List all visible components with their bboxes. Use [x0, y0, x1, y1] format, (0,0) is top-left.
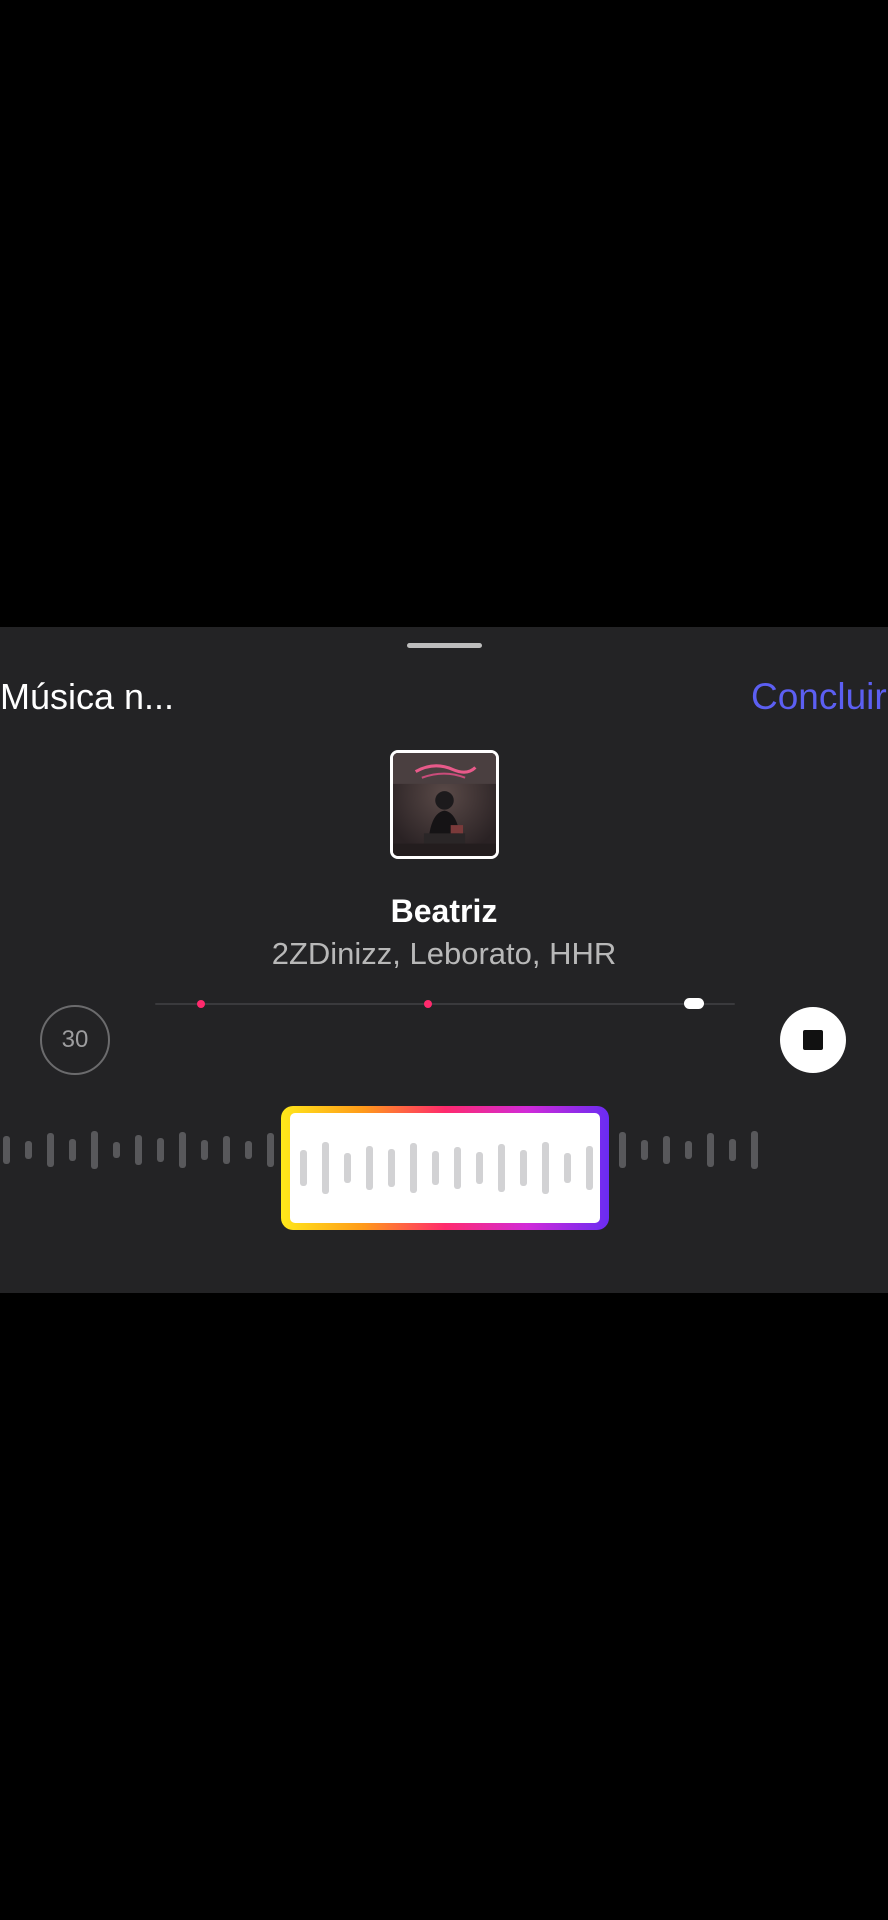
- waveform-bar: [47, 1133, 54, 1167]
- track-marker: [197, 1000, 206, 1008]
- song-title: Beatriz: [390, 893, 498, 929]
- waveform-bar: [410, 1143, 417, 1193]
- waveform-bar: [179, 1132, 186, 1168]
- waveform-bar: [69, 1139, 76, 1161]
- waveform-bar: [663, 1136, 670, 1164]
- screen: Música n... Concluir Beatriz 2ZDinizz, L…: [0, 0, 888, 1920]
- song-artists: 2ZDinizz, Leborato, HHR: [271, 936, 617, 971]
- waveform-bar: [25, 1141, 32, 1159]
- playback-track[interactable]: [155, 998, 735, 1009]
- drag-handle-icon[interactable]: [407, 643, 482, 648]
- waveform-bar: [157, 1138, 164, 1162]
- waveform-bar: [586, 1146, 593, 1190]
- waveform-bar: [245, 1141, 252, 1159]
- done-button[interactable]: Concluir: [751, 675, 887, 719]
- waveform-bar: [454, 1147, 461, 1189]
- waveform-bar: [113, 1142, 120, 1158]
- waveform-bar: [91, 1131, 98, 1169]
- waveform-bar: [641, 1140, 648, 1160]
- waveform-bar: [432, 1151, 439, 1185]
- sheet-title: Música n...: [0, 676, 175, 717]
- waveform-bar: [564, 1153, 571, 1183]
- waveform-bar: [135, 1135, 142, 1165]
- clip-selector-handle[interactable]: [281, 1106, 609, 1230]
- album-art: [390, 750, 499, 859]
- waveform-bar: [223, 1136, 230, 1164]
- waveform-bar: [388, 1149, 395, 1187]
- stop-button[interactable]: [780, 1007, 846, 1073]
- waveform-bar: [520, 1150, 527, 1186]
- waveform-bar: [729, 1139, 736, 1161]
- waveform-bar: [707, 1133, 714, 1167]
- playhead-thumb[interactable]: [684, 998, 705, 1009]
- waveform-bar: [322, 1142, 329, 1194]
- waveform-bar: [267, 1133, 274, 1167]
- waveform-bar: [366, 1146, 373, 1190]
- clip-duration-button[interactable]: 30: [40, 1005, 110, 1075]
- waveform-bar: [542, 1142, 549, 1194]
- waveform-bar: [3, 1136, 10, 1164]
- waveform-bar: [476, 1152, 483, 1184]
- clip-selector-window: [290, 1113, 600, 1223]
- waveform-bar: [751, 1131, 758, 1169]
- stop-icon: [803, 1030, 823, 1050]
- waveform-bar: [201, 1140, 208, 1160]
- waveform-bar: [498, 1144, 505, 1192]
- waveform-bar: [300, 1150, 307, 1186]
- waveform-bar: [619, 1132, 626, 1168]
- music-picker-sheet: Música n... Concluir Beatriz 2ZDinizz, L…: [0, 627, 888, 1293]
- waveform-bar: [685, 1141, 692, 1159]
- track-marker: [423, 1000, 432, 1008]
- waveform-bar: [344, 1153, 351, 1183]
